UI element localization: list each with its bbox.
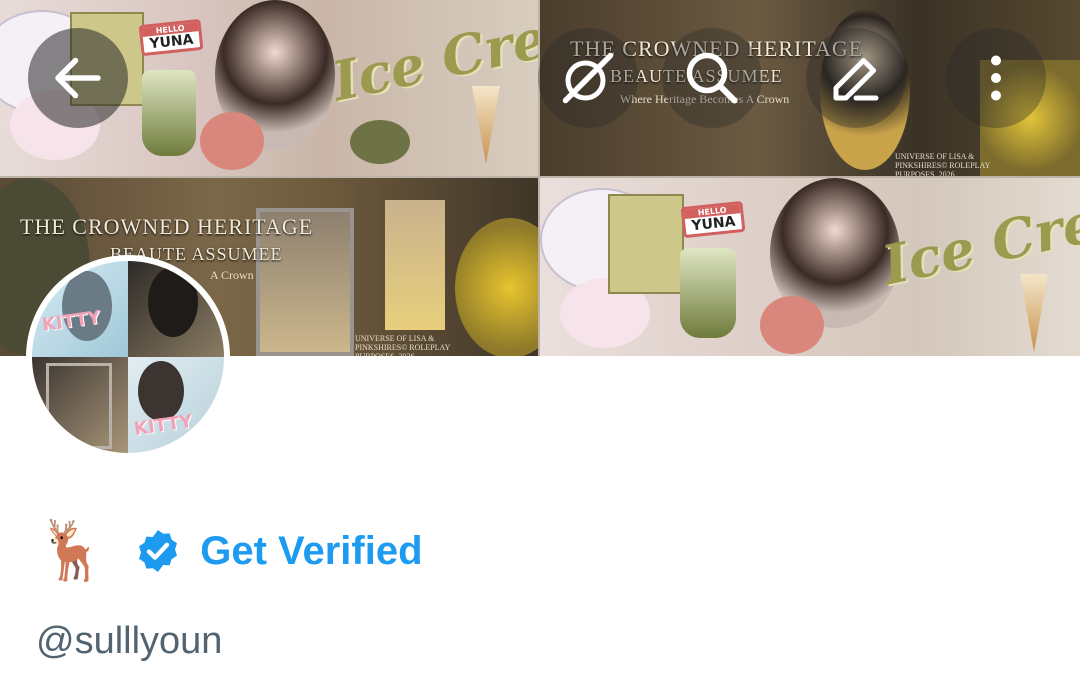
grok-button[interactable] xyxy=(538,28,638,128)
avatar[interactable]: KITTY KITTY xyxy=(26,255,230,459)
get-verified-link[interactable]: Get Verified xyxy=(200,529,422,574)
search-icon xyxy=(686,52,738,104)
avatar-image: KITTY KITTY xyxy=(32,261,224,453)
user-handle: @sulllyoun xyxy=(36,620,223,662)
verified-badge-icon[interactable] xyxy=(134,527,182,575)
banner-tile-icecream-2: HELLO YUNA Ice Cream xyxy=(540,178,1080,356)
profile-name-row: 🦌 Get Verified xyxy=(36,515,423,587)
back-button[interactable] xyxy=(28,28,128,128)
more-options-button[interactable] xyxy=(946,28,1046,128)
grok-icon xyxy=(562,52,614,104)
pencil-icon xyxy=(833,58,879,101)
display-name-emoji: 🦌 xyxy=(36,518,109,583)
more-vertical-icon xyxy=(991,55,1001,101)
edit-button[interactable] xyxy=(806,28,906,128)
search-button[interactable] xyxy=(662,28,762,128)
arrow-left-icon xyxy=(55,57,101,99)
